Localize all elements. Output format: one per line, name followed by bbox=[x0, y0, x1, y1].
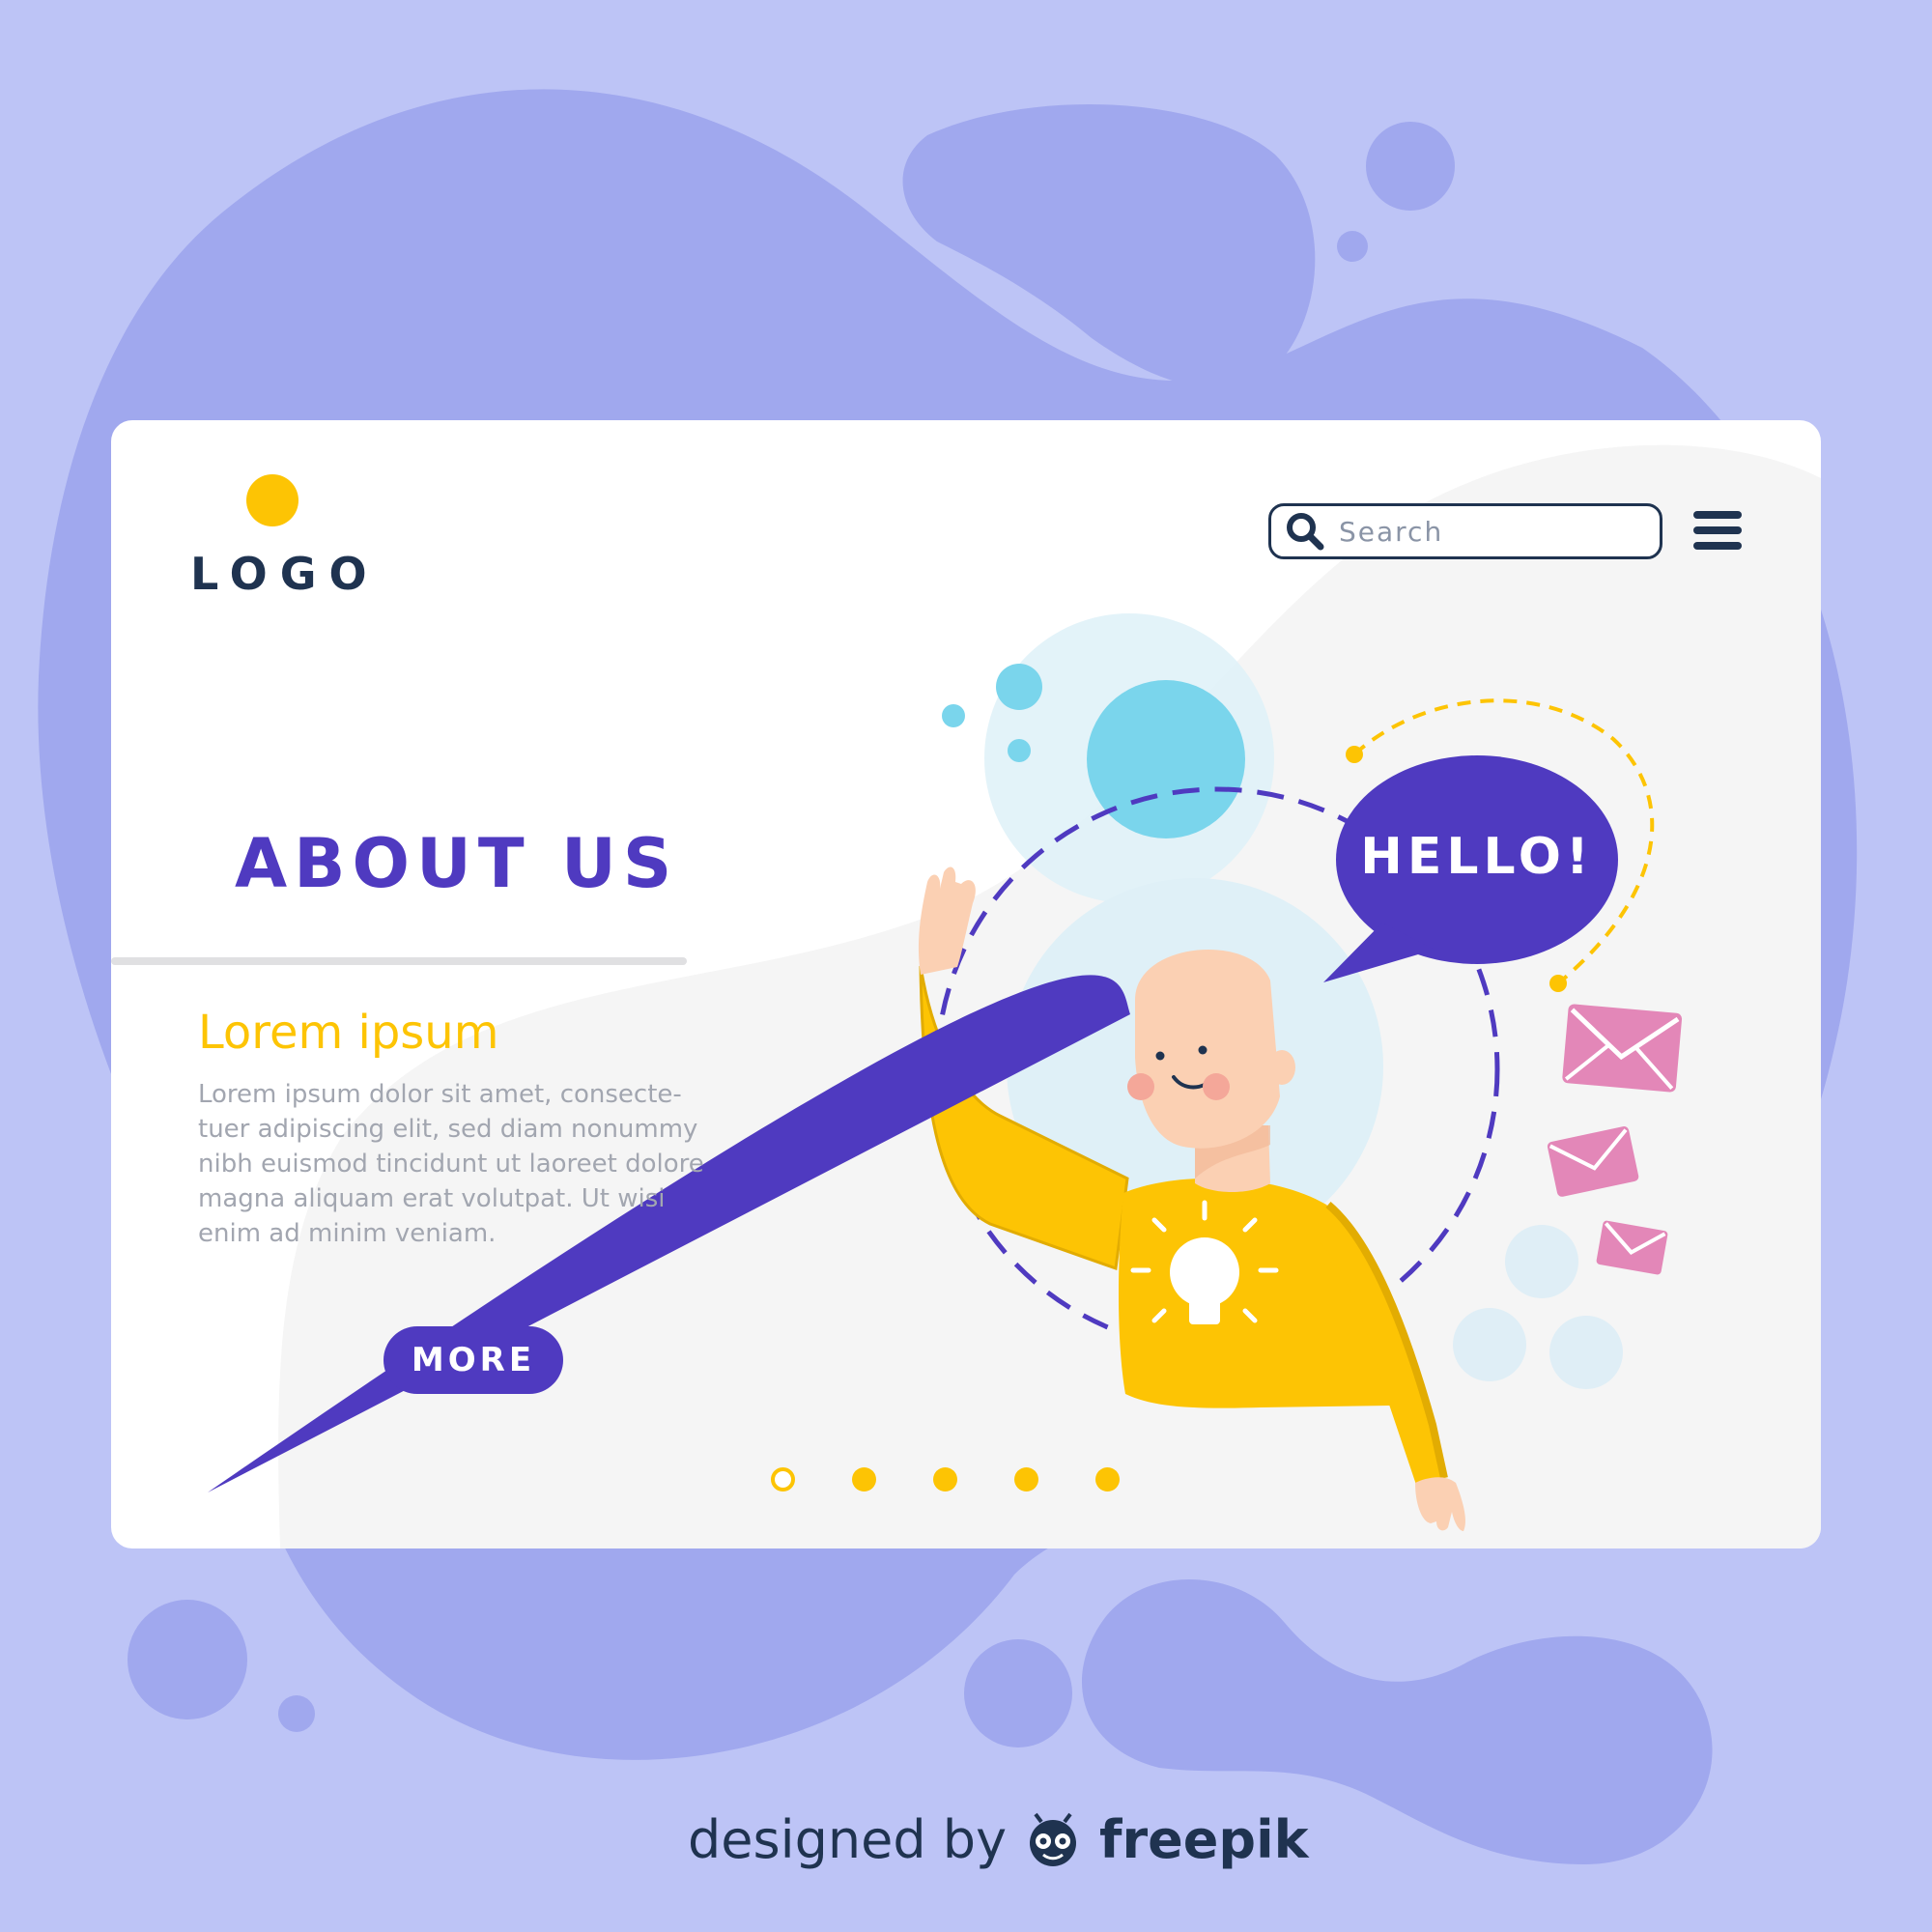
landing-page-card: LOGO ABOUT US Lorem ipsum Lorem ipsum do… bbox=[111, 420, 1821, 1548]
background-circle bbox=[1366, 122, 1455, 211]
footer-credit: designed by freepik bbox=[688, 1808, 1309, 1870]
more-button[interactable]: MORE bbox=[384, 1326, 563, 1394]
credit-brand: freepik bbox=[1099, 1808, 1309, 1870]
section-subtitle: Lorem ipsum bbox=[198, 1006, 499, 1060]
pagination-dot-1[interactable] bbox=[771, 1467, 795, 1492]
pagination-dots bbox=[771, 1467, 1120, 1496]
freepik-logo-icon bbox=[1030, 1812, 1077, 1866]
divider bbox=[111, 957, 687, 965]
background-circle bbox=[964, 1639, 1072, 1747]
circle-cyan-small bbox=[1008, 739, 1031, 762]
pagination-dot-2[interactable] bbox=[852, 1467, 876, 1492]
hamburger-menu-icon[interactable] bbox=[1693, 511, 1742, 555]
circle-cyan-small bbox=[942, 704, 965, 727]
circle-cyan-small bbox=[996, 664, 1042, 710]
search-bar[interactable] bbox=[1268, 503, 1662, 559]
search-input[interactable] bbox=[1339, 515, 1629, 548]
light-circle bbox=[1453, 1308, 1526, 1381]
page-title: ABOUT US bbox=[235, 824, 679, 903]
logo-text[interactable]: LOGO bbox=[190, 548, 380, 600]
body-paragraph: Lorem ipsum dolor sit amet, consecte- tu… bbox=[198, 1080, 704, 1248]
search-icon[interactable] bbox=[1271, 506, 1339, 556]
background-circle bbox=[1337, 231, 1368, 262]
pagination-dot-3[interactable] bbox=[933, 1467, 957, 1492]
light-circle bbox=[1549, 1316, 1623, 1389]
background-circle bbox=[128, 1600, 247, 1719]
pagination-dot-5[interactable] bbox=[1095, 1467, 1120, 1492]
light-circle bbox=[1505, 1225, 1578, 1298]
pagination-dot-4[interactable] bbox=[1014, 1467, 1038, 1492]
credit-prefix: designed by bbox=[688, 1808, 1008, 1870]
circle-cyan bbox=[1087, 680, 1245, 838]
speech-bubble-text: HELLO! bbox=[1360, 828, 1594, 886]
background-circle bbox=[278, 1695, 315, 1732]
envelope-icon bbox=[1562, 1004, 1683, 1093]
logo-mark[interactable] bbox=[246, 474, 298, 526]
